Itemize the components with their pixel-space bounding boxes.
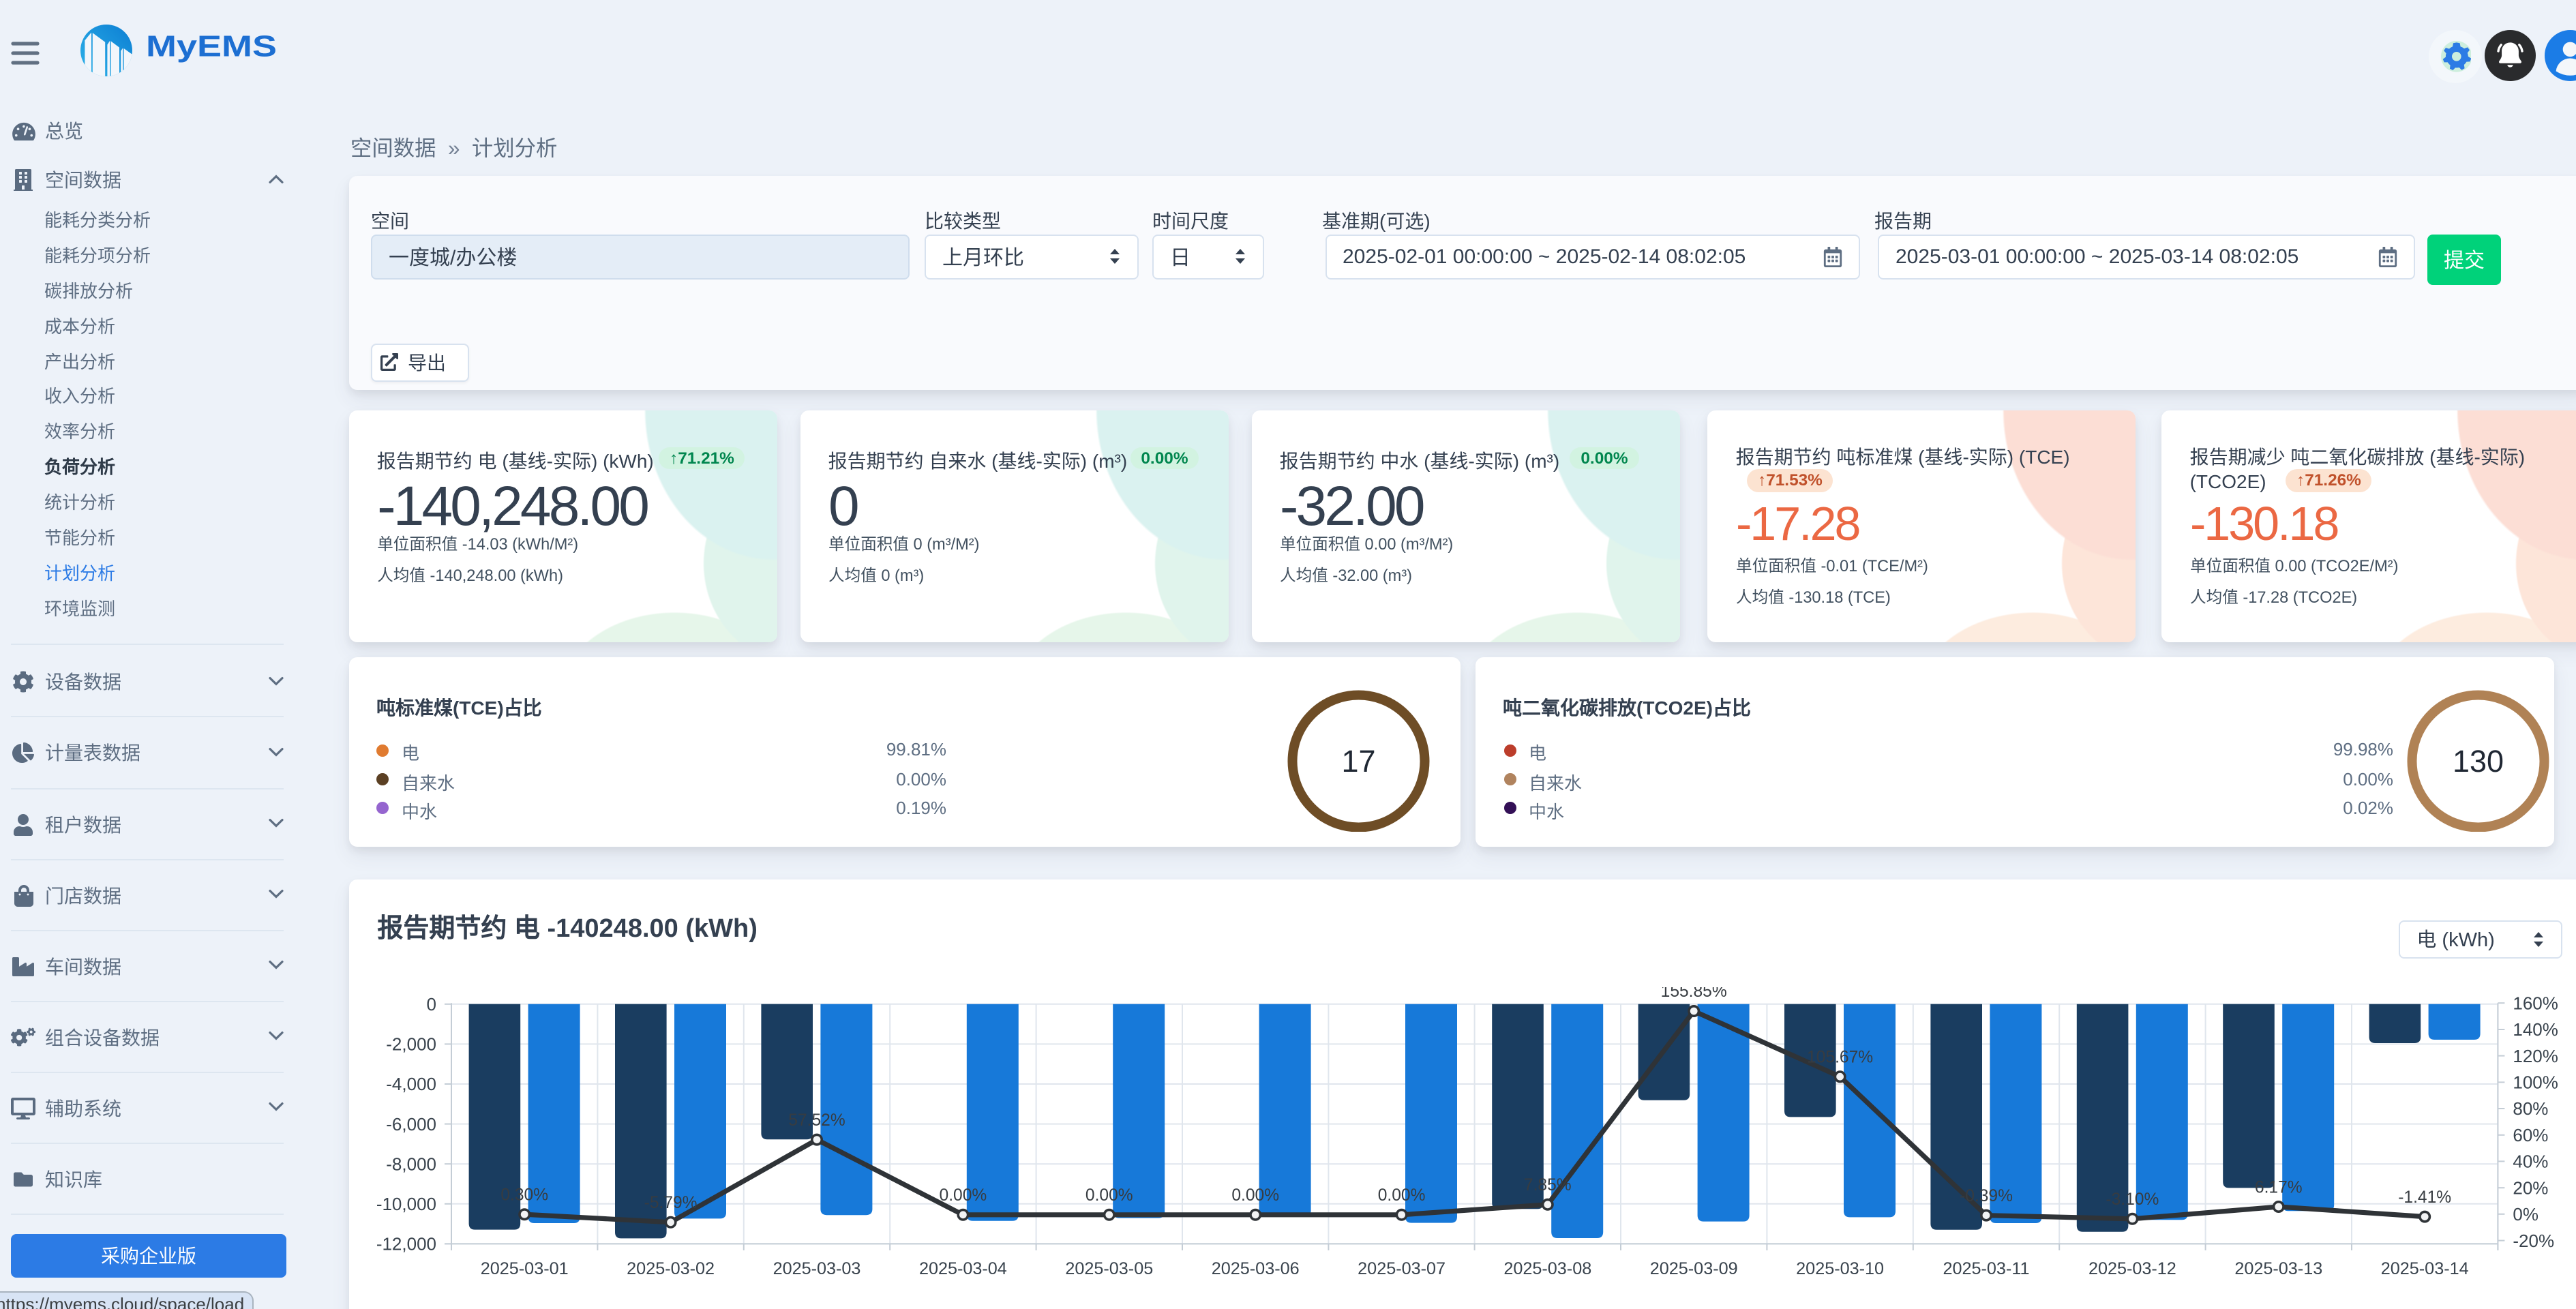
svg-text:0.00%: 0.00% [940,1186,987,1205]
svg-text:0.00%: 0.00% [1231,1186,1279,1205]
svg-text:160%: 160% [2513,993,2558,1013]
svg-text:2025-03-05: 2025-03-05 [1065,1259,1153,1278]
svg-text:120%: 120% [2513,1046,2558,1066]
svg-text:2025-03-08: 2025-03-08 [1503,1259,1591,1278]
svg-text:2025-03-11: 2025-03-11 [1943,1259,2030,1278]
svg-text:40%: 40% [2513,1152,2548,1172]
svg-text:0.00%: 0.00% [1085,1186,1133,1205]
svg-text:6.17%: 6.17% [2255,1178,2303,1197]
svg-text:-0.39%: -0.39% [1960,1187,2013,1205]
svg-text:2025-03-04: 2025-03-04 [919,1259,1007,1278]
svg-text:7.85%: 7.85% [1524,1176,1572,1194]
svg-text:2025-03-10: 2025-03-10 [1796,1259,1884,1278]
svg-text:-4,000: -4,000 [386,1074,436,1094]
svg-text:57.52%: 57.52% [788,1111,845,1130]
svg-text:-8,000: -8,000 [386,1154,436,1174]
svg-text:-12,000: -12,000 [376,1234,436,1254]
svg-text:-2,000: -2,000 [386,1034,436,1055]
svg-text:2025-03-12: 2025-03-12 [2088,1259,2176,1278]
svg-text:-1.41%: -1.41% [2398,1188,2451,1207]
svg-text:140%: 140% [2513,1019,2558,1040]
svg-text:2025-03-02: 2025-03-02 [627,1259,715,1278]
svg-text:2025-03-01: 2025-03-01 [481,1259,569,1278]
svg-text:80%: 80% [2513,1098,2548,1119]
svg-text:-6,000: -6,000 [386,1114,436,1134]
svg-text:-5.79%: -5.79% [644,1194,698,1212]
svg-text:-20%: -20% [2513,1231,2554,1251]
svg-text:0.30%: 0.30% [500,1186,548,1205]
svg-text:0.00%: 0.00% [1378,1186,1426,1205]
svg-text:2025-03-14: 2025-03-14 [2381,1259,2469,1278]
svg-text:17: 17 [1341,743,1375,778]
svg-text:2025-03-06: 2025-03-06 [1212,1259,1300,1278]
svg-text:0: 0 [427,994,436,1014]
svg-text:2025-03-13: 2025-03-13 [2234,1259,2322,1278]
svg-text:2025-03-07: 2025-03-07 [1358,1259,1446,1278]
svg-text:130: 130 [2453,743,2504,778]
svg-text:-10,000: -10,000 [376,1194,436,1214]
svg-text:20%: 20% [2513,1177,2548,1198]
svg-text:100%: 100% [2513,1072,2558,1093]
svg-text:2025-03-03: 2025-03-03 [773,1259,861,1278]
svg-text:-3.10%: -3.10% [2106,1190,2159,1209]
svg-text:155.85%: 155.85% [1661,987,1727,1001]
svg-text:60%: 60% [2513,1125,2548,1145]
svg-text:0%: 0% [2513,1204,2538,1224]
svg-text:2025-03-09: 2025-03-09 [1650,1259,1738,1278]
svg-text:105.67%: 105.67% [1807,1049,1873,1067]
